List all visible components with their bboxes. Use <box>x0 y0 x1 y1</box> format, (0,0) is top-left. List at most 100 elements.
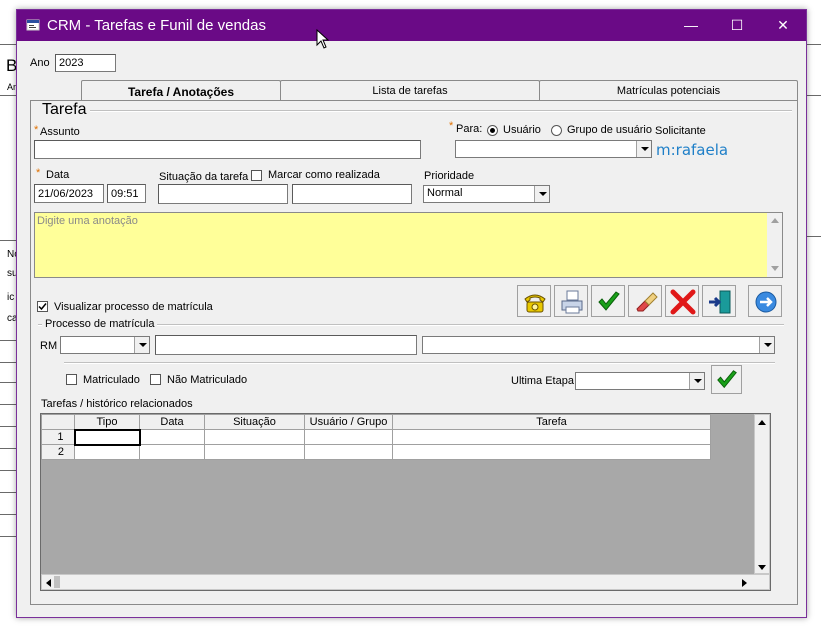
history-table: Tipo Data Situação Usuário / Grupo Taref… <box>41 414 711 460</box>
situacao-label: Situação da tarefa <box>159 171 249 183</box>
scroll-down-icon[interactable] <box>758 565 766 570</box>
rm-label: RM <box>40 340 58 352</box>
ultima-etapa-select[interactable] <box>575 372 705 390</box>
vertical-scrollbar[interactable] <box>754 414 770 574</box>
para-select[interactable] <box>455 140 652 158</box>
table-cell[interactable] <box>204 444 305 460</box>
background-line <box>0 44 16 45</box>
exit-button[interactable] <box>702 285 736 317</box>
column-header[interactable]: Tarefa <box>392 414 711 430</box>
chevron-down-icon <box>134 337 149 353</box>
background-line <box>0 514 16 515</box>
check-icon <box>717 370 737 389</box>
background-line <box>0 382 16 383</box>
background-line <box>0 95 16 96</box>
background-line <box>0 240 16 241</box>
date-input[interactable] <box>34 184 104 203</box>
matriculado-checkbox[interactable] <box>66 374 77 385</box>
time-input[interactable] <box>107 184 146 203</box>
table-row[interactable]: 2 <box>41 444 711 460</box>
situacao-input-2[interactable] <box>292 184 412 204</box>
scroll-right-icon[interactable] <box>742 579 747 587</box>
background-line <box>805 236 821 237</box>
year-input[interactable] <box>55 54 116 72</box>
printer-icon <box>561 290 583 314</box>
nao-matriculado-checkbox[interactable] <box>150 374 161 385</box>
background-line <box>805 44 821 45</box>
background-line <box>0 404 16 405</box>
scroll-up-icon[interactable] <box>758 420 766 425</box>
annotation-textarea[interactable]: Digite uma anotação <box>34 212 783 278</box>
tarefa-group-title: Tarefa <box>38 101 91 119</box>
title-bar[interactable]: CRM - Tarefas e Funil de vendas — ☐ ✕ <box>17 10 806 41</box>
table-cell[interactable] <box>74 444 140 460</box>
column-header[interactable]: Situação <box>204 414 305 430</box>
history-title: Tarefas / histórico relacionados <box>41 398 193 410</box>
chevron-down-icon <box>759 337 774 353</box>
situacao-input[interactable] <box>158 184 288 204</box>
arrow-right-icon <box>755 291 777 313</box>
minimize-button[interactable]: — <box>668 10 714 41</box>
scroll-thumb[interactable] <box>54 576 60 588</box>
table-cell[interactable] <box>139 429 205 445</box>
table-cell[interactable] <box>139 444 205 460</box>
app-icon <box>26 19 40 31</box>
annotation-scrollbar[interactable] <box>767 213 782 277</box>
table-header-row: Tipo Data Situação Usuário / Grupo Taref… <box>41 414 711 430</box>
rm-select[interactable] <box>60 336 150 354</box>
column-header[interactable]: Usuário / Grupo <box>304 414 393 430</box>
maximize-button[interactable]: ☐ <box>714 10 760 41</box>
student-name-input[interactable] <box>155 335 417 355</box>
table-cell[interactable] <box>73 428 141 446</box>
confirm-button[interactable] <box>591 285 625 317</box>
scroll-up-icon[interactable] <box>771 218 779 223</box>
table-cell[interactable] <box>392 429 711 445</box>
next-button[interactable] <box>748 285 782 317</box>
radio-usuario[interactable] <box>487 125 498 136</box>
column-header[interactable]: Data <box>139 414 205 430</box>
check-mark-icon <box>38 303 47 311</box>
row-number: 2 <box>41 444 75 460</box>
prioridade-label: Prioridade <box>424 170 475 182</box>
prioridade-select[interactable]: Normal <box>423 185 550 203</box>
marcar-realizada-label: Marcar como realizada <box>268 169 380 181</box>
phone-icon <box>524 294 546 313</box>
scroll-left-icon[interactable] <box>46 579 51 587</box>
group-divider <box>40 110 792 112</box>
column-header[interactable]: Tipo <box>74 414 140 430</box>
marcar-realizada-checkbox[interactable] <box>251 170 262 181</box>
phone-button[interactable] <box>517 285 551 317</box>
close-button[interactable]: ✕ <box>760 10 806 41</box>
tab-matriculas-potenciais[interactable]: Matrículas potenciais <box>539 80 798 100</box>
table-cell[interactable] <box>304 429 393 445</box>
table-cell[interactable] <box>204 429 305 445</box>
background-text: ic <box>7 292 15 303</box>
table-row[interactable]: 1 <box>41 428 711 446</box>
window-title: CRM - Tarefas e Funil de vendas <box>47 17 266 34</box>
table-cell[interactable] <box>392 444 711 460</box>
background-line <box>0 492 16 493</box>
print-button[interactable] <box>554 285 588 317</box>
background-line <box>0 426 16 427</box>
annotation-placeholder: Digite uma anotação <box>37 215 138 227</box>
chevron-down-icon <box>534 186 549 202</box>
visualizar-processo-checkbox[interactable] <box>37 301 48 312</box>
background-line <box>805 95 821 96</box>
course-select[interactable] <box>422 336 775 354</box>
tab-tarefa-anotacoes[interactable]: Tarefa / Anotações <box>81 80 281 101</box>
ultima-etapa-label: Ultima Etapa <box>511 375 574 387</box>
clear-button[interactable] <box>628 285 662 317</box>
assunto-input[interactable] <box>34 140 421 159</box>
table-cell[interactable] <box>304 444 393 460</box>
cancel-button[interactable] <box>665 285 699 317</box>
confirm-etapa-button[interactable] <box>711 365 742 394</box>
tab-lista-de-tarefas[interactable]: Lista de tarefas <box>280 80 540 100</box>
radio-grupo-usuario[interactable] <box>551 125 562 136</box>
horizontal-scrollbar[interactable] <box>41 574 770 590</box>
background-line <box>0 536 16 537</box>
scroll-down-icon[interactable] <box>771 266 779 271</box>
row-header-corner <box>41 414 75 430</box>
group-divider <box>64 362 775 364</box>
mouse-cursor-icon <box>316 29 330 49</box>
chevron-down-icon <box>689 373 704 389</box>
